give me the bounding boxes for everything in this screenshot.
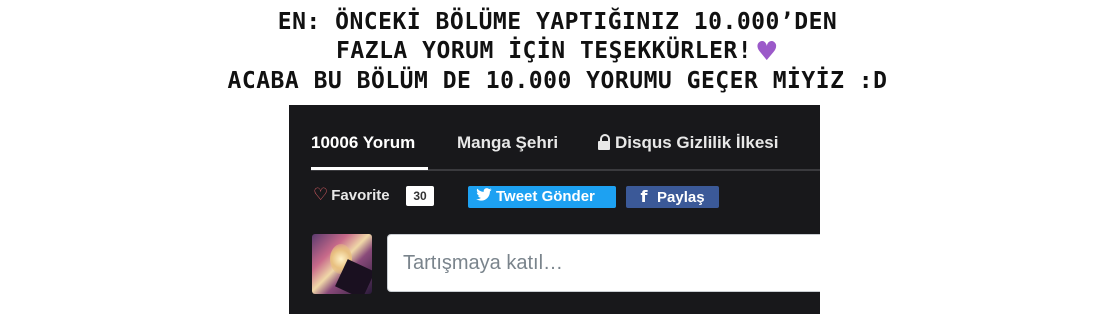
caption-line-1: EN: ÖNCEKİ BÖLÜME YAPTIĞINIZ 10.000’DEN [277, 9, 838, 35]
twitter-bird-icon [475, 186, 493, 208]
announcement-caption: EN: ÖNCEKİ BÖLÜME YAPTIĞINIZ 10.000’DEN … [0, 8, 1115, 96]
tab-community[interactable]: Manga Şehri [457, 133, 558, 153]
comment-input[interactable] [387, 234, 820, 292]
tab-privacy-policy[interactable]: Disqus Gizlilik İlkesi [598, 133, 778, 153]
share-label: Paylaş [657, 189, 705, 206]
purple-heart-icon: ♥ [755, 37, 779, 67]
favorite-count-badge: 30 [406, 186, 434, 206]
disqus-nav: 10006 Yorum Manga Şehri Disqus Gizlilik … [289, 105, 820, 171]
user-avatar[interactable] [312, 234, 372, 294]
lock-icon [598, 134, 610, 150]
favorite-button[interactable]: ♡ Favorite [313, 185, 390, 205]
facebook-icon: f [640, 187, 648, 206]
thread-actions: ♡ Favorite 30 Tweet Gönder f Paylaş [289, 183, 820, 213]
favorite-label: Favorite [331, 187, 390, 204]
disqus-comments-panel: 10006 Yorum Manga Şehri Disqus Gizlilik … [289, 105, 820, 314]
tab-comments-count[interactable]: 10006 Yorum [311, 133, 415, 153]
caption-line-3: ACABA BU BÖLÜM DE 10.000 YORUMU GEÇER Mİ… [227, 68, 888, 94]
privacy-policy-label: Disqus Gizlilik İlkesi [615, 133, 779, 152]
tweet-button[interactable]: Tweet Gönder [468, 186, 616, 208]
caption-line-2: FAZLA YORUM İÇİN TEŞEKKÜRLER! [336, 38, 753, 64]
heart-outline-icon: ♡ [313, 185, 329, 205]
tweet-label: Tweet Gönder [496, 188, 595, 205]
active-tab-indicator [311, 167, 428, 170]
facebook-share-button[interactable]: f Paylaş [626, 186, 719, 208]
caption-line-2-wrapper: FAZLA YORUM İÇİN TEŞEKKÜRLER! ♥ [0, 37, 1115, 67]
